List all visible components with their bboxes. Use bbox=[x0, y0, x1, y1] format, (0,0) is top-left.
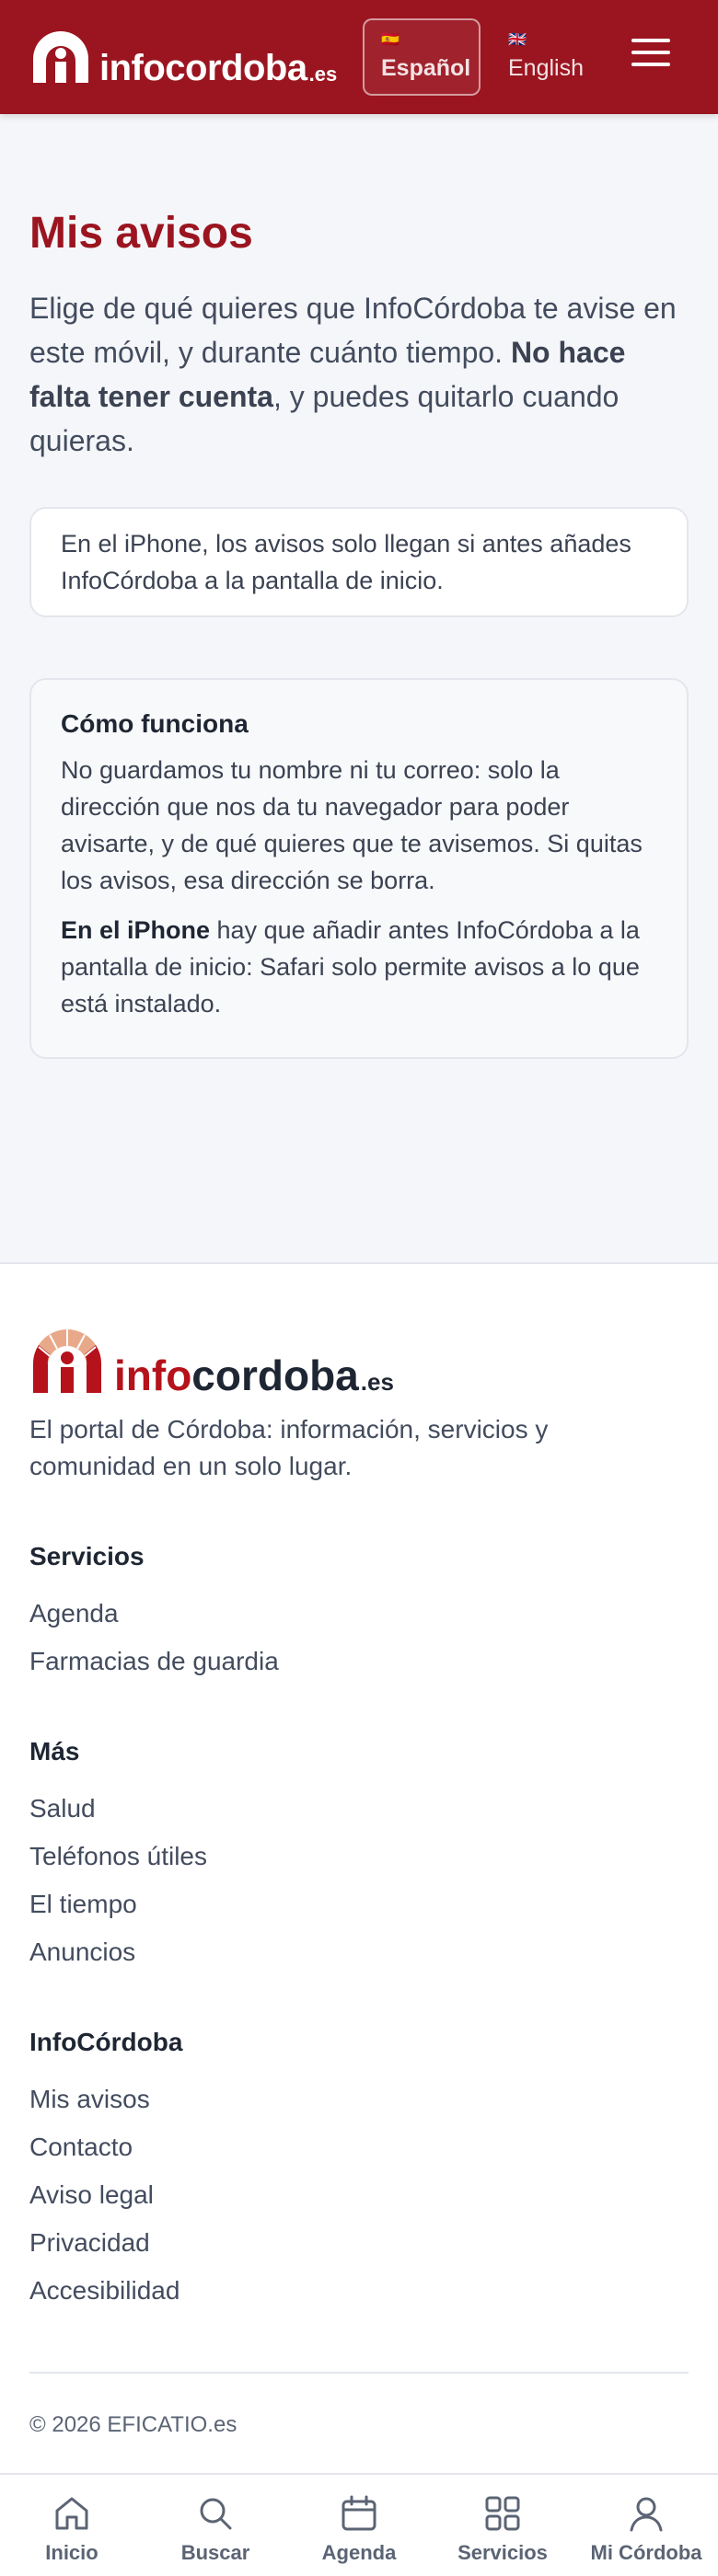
footer-link-agenda[interactable]: Agenda bbox=[29, 1590, 674, 1638]
how-it-works-iphone: En el iPhone hay que añadir antes InfoCó… bbox=[61, 912, 657, 1022]
footer-brand-cordoba: cordoba bbox=[191, 1351, 359, 1399]
search-icon bbox=[200, 2498, 232, 2530]
footer-section-mas: Más Salud Teléfonos útiles El tiempo Anu… bbox=[29, 1737, 674, 1976]
site-footer: info cordoba .es El portal de Córdoba: i… bbox=[0, 1262, 718, 2473]
how-it-works-privacy: No guardamos tu nombre ni tu correo: sol… bbox=[61, 755, 643, 894]
iphone-notice-text: En el iPhone, los avisos solo llegan si … bbox=[61, 529, 631, 594]
header-brand-name: infocordoba bbox=[99, 48, 307, 88]
footer-link-aviso-legal[interactable]: Aviso legal bbox=[29, 2171, 674, 2219]
logo-arch-icon bbox=[33, 31, 88, 83]
footer-link-salud[interactable]: Salud bbox=[29, 1785, 674, 1833]
footer-link-telefonos[interactable]: Teléfonos útiles bbox=[29, 1833, 674, 1880]
footer-link-privacidad[interactable]: Privacidad bbox=[29, 2219, 674, 2267]
footer-heading: InfoCórdoba bbox=[29, 2028, 183, 2056]
nav-label: Servicios bbox=[457, 2541, 548, 2564]
language-switcher: 🇪🇸 Español 🇬🇧 English bbox=[363, 18, 606, 96]
lang-button-es[interactable]: 🇪🇸 Español bbox=[363, 18, 481, 96]
nav-item-inicio[interactable]: Inicio bbox=[0, 2475, 144, 2576]
footer-section-servicios: Servicios Agenda Farmacias de guardia bbox=[29, 1542, 674, 1685]
footer-brand-info: info bbox=[114, 1351, 192, 1399]
lang-button-en[interactable]: 🇬🇧 English bbox=[488, 18, 606, 96]
how-it-works-iphone-bold: En el iPhone bbox=[61, 915, 211, 944]
footer-link-tiempo[interactable]: El tiempo bbox=[29, 1880, 674, 1928]
lang-label-en: English bbox=[508, 54, 584, 81]
calendar-icon bbox=[342, 2495, 376, 2531]
how-it-works-box: Cómo funciona No guardamos tu nombre ni … bbox=[29, 677, 689, 1059]
bottom-nav: Inicio Buscar Agenda Servicios Mi Córdob… bbox=[0, 2473, 718, 2576]
footer-heading: Más bbox=[29, 1737, 80, 1765]
logo-arch-icon bbox=[33, 1329, 101, 1393]
page-title: Mis avisos bbox=[29, 209, 253, 258]
menu-bar bbox=[631, 39, 670, 42]
nav-item-agenda[interactable]: Agenda bbox=[287, 2475, 431, 2576]
home-icon bbox=[55, 2497, 88, 2530]
nav-item-servicios[interactable]: Servicios bbox=[431, 2475, 574, 2576]
nav-label: Buscar bbox=[180, 2541, 250, 2564]
nav-label: Agenda bbox=[321, 2541, 397, 2564]
nav-item-mi-cordoba[interactable]: Mi Córdoba bbox=[574, 2475, 718, 2576]
menu-bar bbox=[631, 51, 670, 54]
footer-logo[interactable]: info cordoba .es bbox=[29, 1327, 394, 1397]
uk-flag-icon: 🇬🇧 bbox=[508, 31, 527, 48]
header-brand-tld: .es bbox=[308, 63, 338, 86]
grid-icon bbox=[485, 2496, 520, 2531]
how-it-works-title: Cómo funciona bbox=[61, 708, 249, 738]
header-logo[interactable]: infocordoba .es bbox=[29, 28, 337, 86]
nav-item-buscar[interactable]: Buscar bbox=[144, 2475, 287, 2576]
footer-link-mis-avisos[interactable]: Mis avisos bbox=[29, 2076, 674, 2123]
footer-section-infocordoba: InfoCórdoba Mis avisos Contacto Aviso le… bbox=[29, 2028, 674, 2315]
footer-copyright: © 2026 EFICATIO.es bbox=[29, 2412, 237, 2437]
spain-flag-icon: 🇪🇸 bbox=[381, 31, 400, 48]
menu-bar bbox=[631, 63, 670, 66]
footer-link-anuncios[interactable]: Anuncios bbox=[29, 1928, 674, 1976]
intro-text: Elige de qué quieres que InfoCórdoba te … bbox=[29, 286, 689, 463]
footer-heading: Servicios bbox=[29, 1542, 145, 1570]
footer-link-farmacias[interactable]: Farmacias de guardia bbox=[29, 1638, 674, 1685]
footer-brand-tld: .es bbox=[360, 1368, 394, 1396]
footer-tagline: El portal de Córdoba: información, servi… bbox=[29, 1415, 549, 1480]
lang-label-es: Español bbox=[381, 54, 471, 81]
footer-divider bbox=[29, 2372, 689, 2374]
footer-link-accesibilidad[interactable]: Accesibilidad bbox=[29, 2267, 674, 2315]
nav-label: Inicio bbox=[45, 2541, 98, 2564]
main-content: Mis avisos Elige de qué quieres que Info… bbox=[29, 114, 689, 1059]
iphone-notice: En el iPhone, los avisos solo llegan si … bbox=[29, 506, 689, 617]
top-header: infocordoba .es 🇪🇸 Español 🇬🇧 English bbox=[0, 0, 718, 114]
user-icon bbox=[630, 2497, 663, 2532]
nav-label: Mi Córdoba bbox=[590, 2541, 702, 2564]
hamburger-menu-icon[interactable] bbox=[631, 39, 670, 72]
footer-link-contacto[interactable]: Contacto bbox=[29, 2123, 674, 2171]
